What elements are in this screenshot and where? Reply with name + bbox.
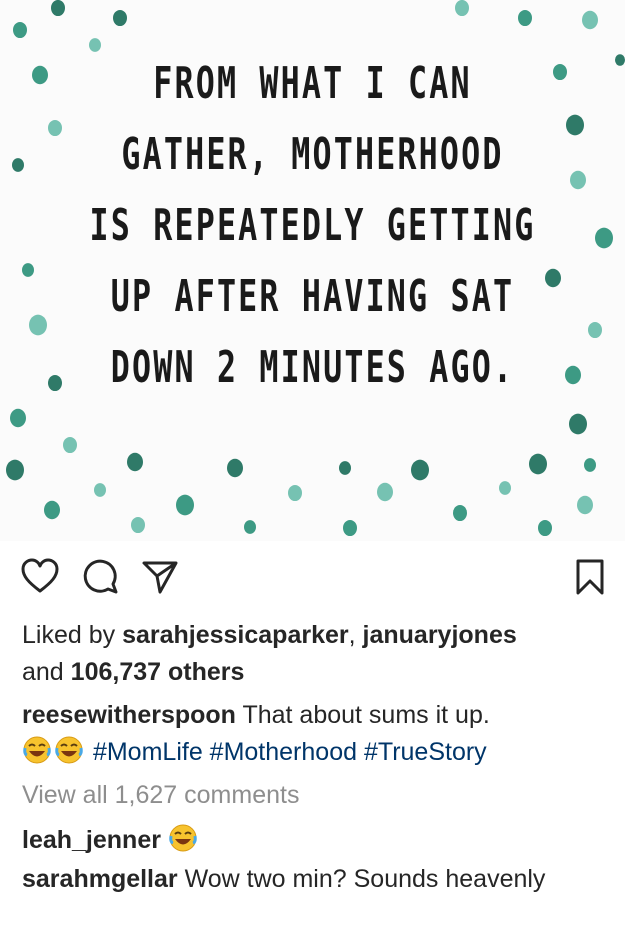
comment-username-link[interactable]: leah_jenner (22, 826, 161, 854)
polka-dot (244, 520, 256, 534)
polka-dot (13, 21, 27, 39)
likes-prefix: Liked by (22, 621, 123, 649)
caption-username-link[interactable]: reesewitherspoon (22, 701, 236, 729)
view-all-comments-link[interactable]: View all 1,627 comments (22, 777, 603, 814)
polka-dot (343, 519, 357, 537)
polka-dot (529, 453, 547, 475)
caption: reesewitherspoon That about sums it up. … (22, 697, 603, 771)
polka-dot (94, 483, 106, 497)
likes-count-link[interactable]: 106,737 others (71, 658, 245, 686)
liked-by-user-link[interactable]: januaryjones (363, 621, 517, 649)
polka-dot (582, 10, 598, 30)
quote-line: DOWN 2 MINUTES AGO. (110, 342, 515, 393)
quote-line: UP AFTER HAVING SAT (110, 271, 515, 322)
polka-dot (569, 413, 587, 435)
polka-dot (63, 436, 77, 454)
comment-icon[interactable] (80, 557, 120, 597)
action-bar (0, 541, 625, 611)
polka-dot (44, 500, 60, 520)
polka-dot (127, 452, 143, 472)
laughing-emoji-icon (55, 736, 83, 764)
comment-item: sarahmgellar Wow two min? Sounds heavenl… (22, 861, 603, 898)
hashtag-link[interactable]: #Motherhood (210, 738, 357, 766)
polka-dot (577, 495, 593, 515)
polka-dot (538, 519, 552, 537)
quote-text: FROM WHAT I CAN GATHER, MOTHERHOOD IS RE… (0, 48, 625, 403)
likes-summary: Liked by sarahjessicaparker, januaryjone… (22, 617, 603, 691)
polka-dot (411, 459, 429, 481)
post-image[interactable]: FROM WHAT I CAN GATHER, MOTHERHOOD IS RE… (0, 0, 625, 541)
comment-username-link[interactable]: sarahmgellar (22, 865, 178, 893)
polka-dot (499, 481, 511, 495)
caption-text: That about sums it up. (235, 701, 490, 729)
polka-dot (288, 484, 302, 502)
heart-icon[interactable] (20, 557, 60, 597)
polka-dot (10, 408, 26, 428)
quote-line: IS REPEATEDLY GETTING (89, 200, 536, 251)
laughing-emoji-icon (23, 736, 51, 764)
comment-item: leah_jenner (22, 822, 603, 859)
hashtag-link[interactable]: #MomLife (93, 738, 203, 766)
polka-dot (51, 0, 65, 17)
polka-dot (6, 459, 24, 481)
hashtag-link[interactable]: #TrueStory (364, 738, 487, 766)
likes-and: and (22, 658, 71, 686)
polka-dot (584, 458, 596, 472)
liked-by-user-link[interactable]: sarahjessicaparker (122, 621, 349, 649)
polka-dot (113, 9, 127, 27)
polka-dot (176, 494, 194, 516)
polka-dot (453, 504, 467, 522)
bookmark-icon[interactable] (570, 557, 610, 597)
polka-dot (131, 516, 145, 534)
polka-dot (377, 482, 393, 502)
quote-line: FROM WHAT I CAN (153, 58, 472, 109)
comment-text: Wow two min? Sounds heavenly (177, 865, 546, 893)
post-details: Liked by sarahjessicaparker, januaryjone… (0, 617, 625, 898)
laughing-emoji-icon (169, 824, 197, 852)
quote-line: GATHER, MOTHERHOOD (121, 129, 504, 180)
polka-dot (518, 9, 532, 27)
polka-dot (339, 461, 351, 475)
polka-dot (227, 458, 243, 478)
paper-plane-icon[interactable] (140, 557, 180, 597)
likes-separator: , (348, 621, 363, 649)
polka-dot (455, 0, 469, 17)
